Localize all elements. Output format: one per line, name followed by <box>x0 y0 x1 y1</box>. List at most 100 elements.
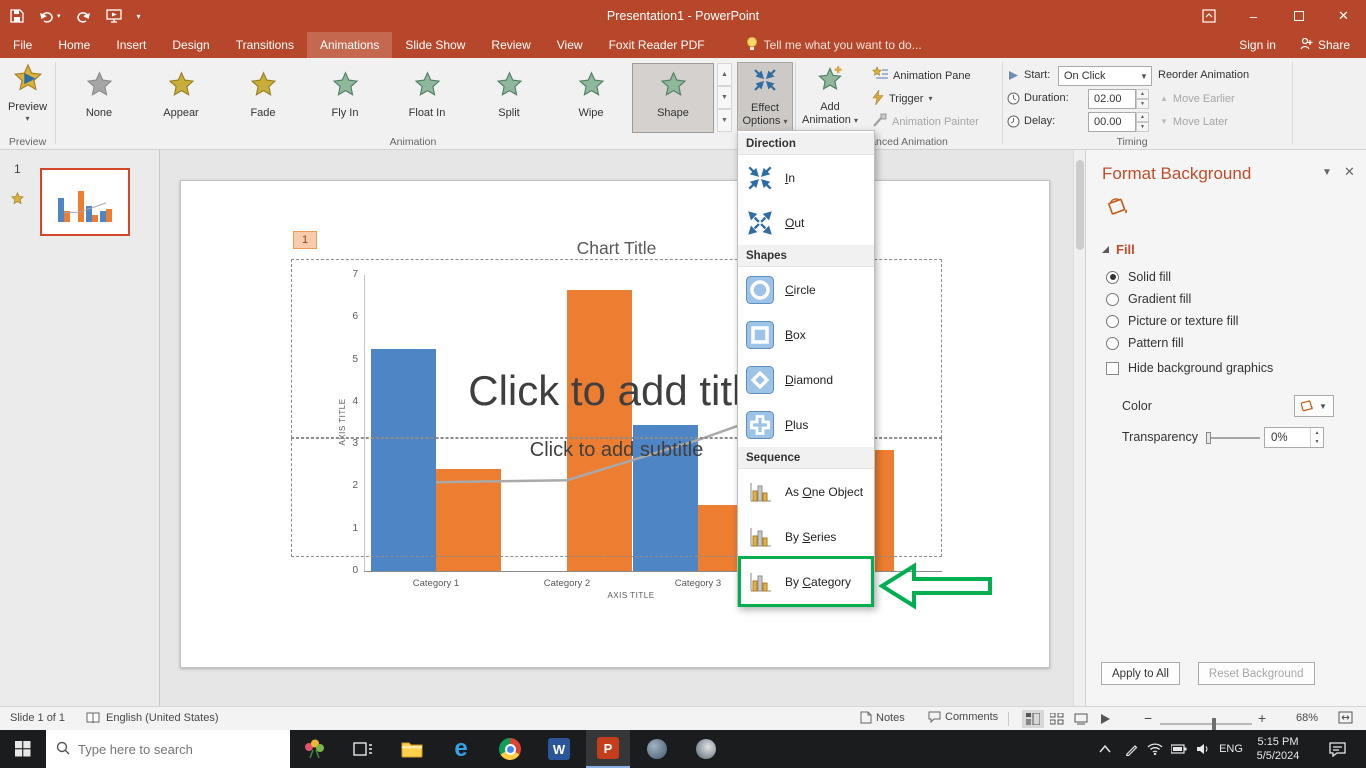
tab-transitions[interactable]: Transitions <box>223 32 307 58</box>
animation-effect-fade[interactable]: Fade <box>222 63 304 133</box>
zoom-level[interactable]: 68% <box>1296 712 1318 724</box>
tray-battery-icon[interactable] <box>1168 730 1190 768</box>
menu-item-by-series[interactable]: By Series <box>738 514 874 559</box>
fill-option-solid-fill[interactable]: Solid fill <box>1106 266 1238 288</box>
undo-button[interactable]: ▾ <box>39 10 61 23</box>
fill-option-picture-or-texture-fill[interactable]: Picture or texture fill <box>1106 310 1238 332</box>
language-indicator[interactable]: English (United States) <box>106 712 219 724</box>
editor-scrollbar[interactable] <box>1073 150 1085 706</box>
gallery-more-button[interactable]: ▼ <box>717 109 732 132</box>
language-button[interactable]: ENG <box>1216 730 1246 768</box>
tray-chevron-up-icon[interactable] <box>1094 730 1116 768</box>
zoom-in-button[interactable]: + <box>1258 710 1266 726</box>
tab-design[interactable]: Design <box>159 32 222 58</box>
animation-effect-none[interactable]: None <box>58 63 140 133</box>
maximize-button[interactable] <box>1276 0 1321 32</box>
scrollbar-thumb[interactable] <box>1076 160 1084 250</box>
comments-button[interactable]: Comments <box>928 711 998 723</box>
animation-order-badge[interactable]: 1 <box>293 231 317 249</box>
normal-view-button[interactable] <box>1022 710 1044 728</box>
move-earlier-button[interactable]: ▲ Move Earlier <box>1156 88 1239 109</box>
menu-item-in[interactable]: In <box>738 155 874 200</box>
task-view-button[interactable] <box>341 730 385 768</box>
animation-effect-float-in[interactable]: Float In <box>386 63 468 133</box>
menu-item-box[interactable]: Box <box>738 312 874 357</box>
tray-wifi-icon[interactable] <box>1144 730 1166 768</box>
duration-stepper[interactable]: ▲▼ <box>1136 89 1149 109</box>
tab-insert[interactable]: Insert <box>103 32 159 58</box>
animation-pane-button[interactable]: Animation Pane <box>868 65 975 86</box>
action-center-icon[interactable] <box>1320 730 1354 768</box>
slideshow-view-button[interactable] <box>1094 710 1116 728</box>
file-explorer-icon[interactable] <box>390 730 434 768</box>
taskbar-search-input[interactable] <box>78 742 268 757</box>
powerpoint-icon[interactable]: P <box>586 730 630 768</box>
animation-effect-wipe[interactable]: Wipe <box>550 63 632 133</box>
fit-to-window-button[interactable] <box>1338 711 1353 724</box>
tab-file[interactable]: File <box>0 32 45 58</box>
repeat-button[interactable] <box>76 10 91 23</box>
fill-option-gradient-fill[interactable]: Gradient fill <box>1106 288 1238 310</box>
chart-line-series-3[interactable] <box>52 190 120 222</box>
search-highlights-icon[interactable] <box>292 730 336 768</box>
sign-in-button[interactable]: Sign in <box>1223 32 1292 58</box>
animation-painter-button[interactable]: Animation Painter <box>868 111 983 132</box>
word-icon[interactable]: W <box>537 730 581 768</box>
taskbar-search[interactable] <box>46 730 290 768</box>
save-button[interactable] <box>10 9 24 23</box>
ribbon-display-options-button[interactable] <box>1186 0 1231 32</box>
tab-review[interactable]: Review <box>478 32 543 58</box>
move-later-button[interactable]: ▼ Move Later <box>1156 111 1232 132</box>
menu-item-out[interactable]: Out <box>738 200 874 245</box>
hide-background-checkbox[interactable]: Hide background graphics <box>1106 361 1273 375</box>
tray-pen-icon[interactable] <box>1120 730 1142 768</box>
zoom-out-button[interactable]: − <box>1144 710 1152 726</box>
trigger-button[interactable]: Trigger ▾ <box>868 88 936 109</box>
reading-view-button[interactable] <box>1070 710 1092 728</box>
menu-item-as-one-object[interactable]: As One Object <box>738 469 874 514</box>
animation-effect-shape[interactable]: Shape <box>632 63 714 133</box>
slider-thumb[interactable] <box>1206 432 1211 444</box>
fill-option-pattern-fill[interactable]: Pattern fill <box>1106 332 1238 354</box>
tell-me-box[interactable]: Tell me what you want to do... <box>746 32 922 58</box>
tab-view[interactable]: View <box>544 32 596 58</box>
paint-bucket-icon[interactable] <box>1104 194 1130 221</box>
tab-foxit-reader-pdf[interactable]: Foxit Reader PDF <box>596 32 718 58</box>
notes-button[interactable]: Notes <box>860 711 905 724</box>
tab-home[interactable]: Home <box>45 32 103 58</box>
spell-check-icon[interactable] <box>86 711 100 725</box>
color-picker-button[interactable]: ▼ <box>1294 395 1334 417</box>
minimize-button[interactable]: – <box>1231 0 1276 32</box>
transparency-input[interactable]: 0% ▲▼ <box>1264 427 1324 448</box>
transparency-slider[interactable] <box>1206 437 1260 439</box>
slide-thumbnail[interactable] <box>40 168 130 236</box>
edge-icon[interactable]: e <box>439 730 483 768</box>
taskbar-app-icon-8[interactable] <box>635 730 679 768</box>
menu-item-circle[interactable]: Circle <box>738 267 874 312</box>
transparency-stepper[interactable]: ▲▼ <box>1310 428 1323 447</box>
tab-animations[interactable]: Animations <box>307 32 392 58</box>
start-select[interactable]: On Click ▼ <box>1058 66 1152 86</box>
chrome-icon[interactable] <box>488 730 532 768</box>
menu-item-diamond[interactable]: Diamond <box>738 357 874 402</box>
zoom-slider-thumb[interactable] <box>1212 718 1216 730</box>
start-slideshow-button[interactable] <box>106 9 122 23</box>
taskbar-clock[interactable]: 5:15 PM 5/5/2024 <box>1246 735 1310 763</box>
pane-close-button[interactable]: ✕ <box>1344 164 1355 180</box>
close-button[interactable]: ✕ <box>1321 0 1366 32</box>
fill-section-header[interactable]: Fill <box>1102 242 1135 257</box>
delay-input[interactable]: 00.00 <box>1088 112 1136 132</box>
animation-effect-fly-in[interactable]: Fly In <box>304 63 386 133</box>
reset-background-button[interactable]: Reset Background <box>1198 662 1315 685</box>
delay-stepper[interactable]: ▲▼ <box>1136 112 1149 132</box>
effect-options-button[interactable]: Effect Options ▾ <box>737 62 793 136</box>
duration-input[interactable]: 02.00 <box>1088 89 1136 109</box>
tray-volume-icon[interactable] <box>1192 730 1214 768</box>
pane-options-button[interactable]: ▼ <box>1322 167 1332 178</box>
menu-item-plus[interactable]: Plus <box>738 402 874 447</box>
customize-qat-button[interactable]: ▾ <box>137 12 141 21</box>
share-button[interactable]: Share <box>1292 32 1366 58</box>
apply-to-all-button[interactable]: Apply to All <box>1101 662 1180 685</box>
zoom-slider[interactable] <box>1160 723 1252 725</box>
taskbar-app-icon-9[interactable] <box>684 730 728 768</box>
